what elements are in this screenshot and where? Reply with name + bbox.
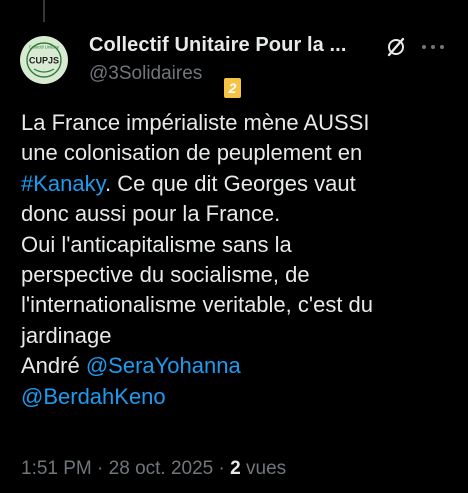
tweet-time[interactable]: 1:51 PM — [21, 458, 92, 479]
tweet-line: donc aussi pour la France. — [21, 201, 281, 227]
meta-separator: · — [91, 458, 109, 479]
tweet-line: perspective du socialisme, de — [21, 262, 310, 288]
tweet-metadata: 1:51 PM · 28 oct. 2025 · 2 vues — [21, 458, 286, 480]
tweet-line: André @SeraYohanna — [21, 351, 461, 381]
tweet-line: La France impérialiste mène AUSSI — [21, 110, 370, 135]
tweet-line: @BerdahKeno — [21, 382, 461, 412]
tweet-text: La France impérialiste mène AUSSI une co… — [21, 108, 461, 412]
tweet-date[interactable]: 28 oct. 2025 — [109, 458, 214, 479]
number-badge: 2 — [224, 78, 241, 98]
tweet-line: une colonisation de peuplement en — [21, 140, 363, 166]
avatar[interactable]: Collectif Unitaire CUPJS — [20, 36, 68, 84]
hashtag-link[interactable]: #Kanaky — [21, 171, 105, 196]
thread-connector-line — [43, 0, 45, 22]
tweet-line: jardinage — [21, 322, 112, 348]
views-label: vues — [240, 458, 287, 479]
author-display-name[interactable]: Collectif Unitaire Pour la ... — [89, 34, 347, 57]
tweet-line-text: . Ce que dit Georges vaut — [104, 170, 356, 196]
slash-circle-icon[interactable] — [386, 37, 406, 57]
mention-link[interactable]: @SeraYohanna — [86, 353, 241, 378]
tweet-line: #Kanaky. Ce que dit Georges vaut — [21, 169, 461, 199]
tweet-line: l'internationalisme veritable, c'est du — [21, 292, 374, 318]
mention-link[interactable]: @BerdahKeno — [21, 384, 166, 409]
more-horizontal-icon[interactable] — [418, 36, 448, 58]
avatar-ring-text: Collectif Unitaire — [29, 45, 60, 50]
tweet-line: Oui l'anticapitalisme sans la — [21, 231, 292, 257]
views-count: 2 — [230, 458, 241, 479]
signature-text: André — [21, 353, 86, 379]
author-handle[interactable]: @3Solidaires — [89, 63, 202, 85]
avatar-text: CUPJS — [29, 56, 59, 66]
meta-separator: · — [213, 458, 231, 479]
